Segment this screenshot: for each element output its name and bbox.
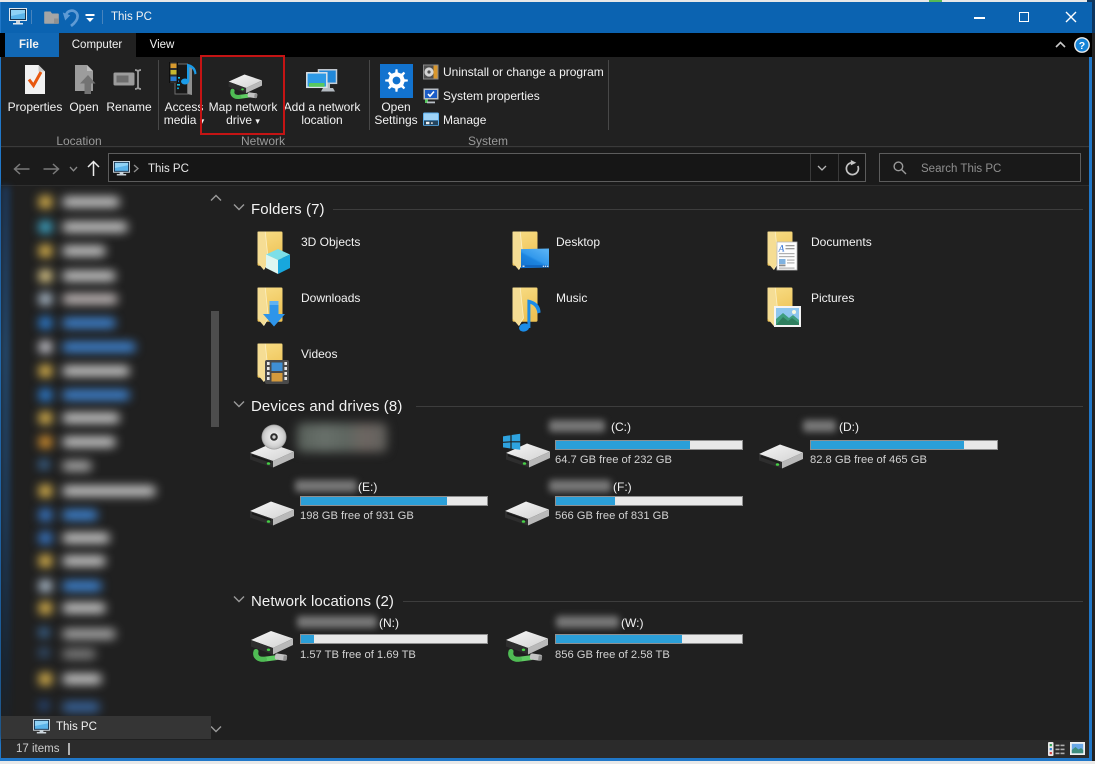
svg-text:?: ? [1079,40,1085,52]
